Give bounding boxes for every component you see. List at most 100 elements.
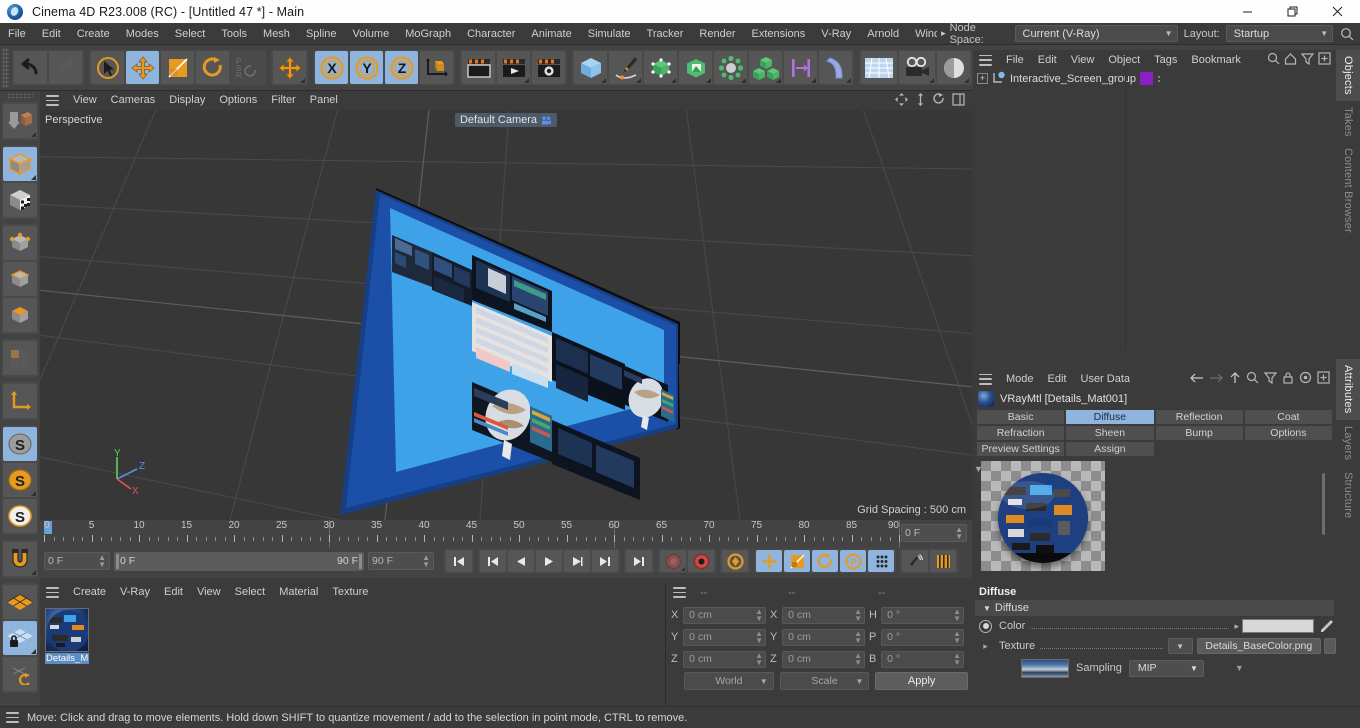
polygon-mode-icon[interactable] — [3, 298, 37, 332]
menu-modes[interactable]: Modes — [118, 23, 167, 45]
color-radio-icon[interactable] — [979, 619, 992, 633]
preview-scrollbar[interactable] — [1321, 463, 1326, 569]
vtab-objects[interactable]: Objects — [1336, 50, 1360, 101]
timeline-icon[interactable] — [930, 550, 956, 572]
spinner-icon[interactable]: ▲ ▼ — [955, 526, 963, 541]
at-menu-edit[interactable]: Edit — [1041, 370, 1074, 389]
color-swatch[interactable] — [1242, 619, 1314, 633]
forward-arrow-icon[interactable] — [1209, 372, 1224, 387]
array-icon[interactable] — [784, 51, 817, 84]
texture-mode-icon[interactable] — [3, 183, 37, 217]
material-menu-create[interactable]: Create — [66, 583, 113, 602]
rotation-key-icon[interactable] — [812, 550, 838, 572]
rotate-view-icon[interactable] — [933, 92, 946, 109]
vtab-structure[interactable]: Structure — [1336, 466, 1360, 524]
render-settings-icon[interactable] — [532, 51, 565, 84]
spinner-icon[interactable]: ▲ ▼ — [98, 554, 106, 569]
viewport-menu-display[interactable]: Display — [162, 91, 212, 110]
render-to-picture-viewer-icon[interactable] — [497, 51, 530, 84]
menu-volume[interactable]: Volume — [345, 23, 398, 45]
menu-arnold[interactable]: Arnold — [859, 23, 907, 45]
spinner-icon[interactable]: ▲ ▼ — [755, 630, 763, 645]
redo-icon[interactable] — [49, 51, 82, 84]
coordinate-mode-select[interactable]: Scale ▼ — [779, 672, 870, 690]
3d-viewport[interactable]: Perspective Default Camera Y Z X Grid Sp… — [40, 110, 972, 520]
apply-button[interactable]: Apply — [875, 672, 968, 690]
start-frame-field[interactable]: 0 F ▲ ▼ — [44, 552, 110, 570]
diffuse-group-header[interactable]: ▼ Diffuse — [975, 600, 1334, 616]
coord-input-size-z[interactable]: 0 cm ▲ ▼ — [782, 650, 865, 668]
group-collapse-icon[interactable]: ▼ — [983, 604, 991, 613]
attributes-menu-icon[interactable] — [979, 373, 992, 385]
enable-axis-icon[interactable]: S — [3, 427, 37, 461]
viewport-menu-panel[interactable]: Panel — [303, 91, 345, 110]
om-menu-edit[interactable]: Edit — [1031, 51, 1064, 70]
model-mode-icon[interactable] — [3, 147, 37, 181]
range-handle-left[interactable] — [116, 553, 119, 569]
viewport-menu-filter[interactable]: Filter — [264, 91, 302, 110]
spinner-icon[interactable]: ▲ ▼ — [854, 608, 862, 623]
go-to-start-button[interactable] — [446, 550, 472, 572]
menu-extensions[interactable]: Extensions — [743, 23, 813, 45]
close-button[interactable] — [1315, 0, 1360, 23]
material-menu-material[interactable]: Material — [272, 583, 325, 602]
menu-tracker[interactable]: Tracker — [639, 23, 692, 45]
om-menu-view[interactable]: View — [1064, 51, 1102, 70]
deformer-icon[interactable] — [679, 51, 712, 84]
go-to-previous-key-button[interactable] — [480, 550, 506, 572]
menu-mesh[interactable]: Mesh — [255, 23, 298, 45]
material-menu-icon[interactable] — [46, 587, 59, 598]
snap-magnet-icon[interactable] — [3, 542, 37, 576]
spinner-icon[interactable]: ▲ ▼ — [755, 652, 763, 667]
subdivision-surface-icon[interactable] — [644, 51, 677, 84]
coord-input-rot-b[interactable]: 0 ° ▲ ▼ — [881, 650, 964, 668]
add-cube-icon[interactable] — [574, 51, 607, 84]
light-icon[interactable] — [937, 51, 970, 84]
menu-window[interactable]: Wind — [907, 23, 937, 45]
viewport-menu-options[interactable]: Options — [212, 91, 264, 110]
material-preview[interactable] — [981, 461, 1105, 571]
eyedropper-icon[interactable] — [1318, 618, 1336, 634]
coord-input-rot-h[interactable]: 0 ° ▲ ▼ — [881, 606, 964, 624]
back-arrow-icon[interactable] — [1189, 372, 1204, 387]
spline-pen-icon[interactable] — [609, 51, 642, 84]
live-selection-icon[interactable] — [91, 51, 124, 84]
camera-icon[interactable] — [899, 51, 935, 84]
tab-reflection[interactable]: Reflection — [1154, 409, 1244, 425]
object-axis-icon[interactable]: S — [3, 499, 37, 533]
axis-modification-icon[interactable] — [3, 384, 37, 418]
vtab-takes[interactable]: Takes — [1336, 101, 1360, 143]
scale-icon[interactable] — [161, 51, 194, 84]
uv-mode-icon[interactable] — [3, 341, 37, 375]
vtab-attributes[interactable]: Attributes — [1336, 359, 1360, 420]
sound-icon[interactable] — [902, 550, 928, 572]
render-view-icon[interactable] — [462, 51, 495, 84]
end-frame-field[interactable]: 90 F ▲ ▼ — [368, 552, 434, 570]
preview-range-slider[interactable]: 0 F 90 F — [114, 551, 364, 571]
tab-options[interactable]: Options — [1243, 425, 1333, 441]
coord-input-rot-p[interactable]: 0 ° ▲ ▼ — [881, 628, 964, 646]
go-to-previous-frame-button[interactable] — [508, 550, 534, 572]
material-menu-select[interactable]: Select — [228, 583, 273, 602]
coord-input-pos-x[interactable]: 0 cm ▲ ▼ — [683, 606, 766, 624]
lock-workplane-icon[interactable] — [3, 621, 37, 655]
viewport-menu-view[interactable]: View — [66, 91, 104, 110]
tab-coat[interactable]: Coat — [1243, 409, 1333, 425]
expand-texture-icon[interactable]: ▸ — [979, 641, 992, 652]
record-active-objects-icon[interactable] — [660, 550, 686, 572]
coord-input-size-y[interactable]: 0 cm ▲ ▼ — [782, 628, 865, 646]
rotate-icon[interactable] — [196, 51, 229, 84]
material-menu-view[interactable]: View — [190, 583, 228, 602]
bend-deformer-icon[interactable] — [819, 51, 852, 84]
search-icon[interactable] — [1267, 52, 1280, 68]
go-to-next-frame-button[interactable] — [564, 550, 590, 572]
expand-color-icon[interactable]: ▸ — [1234, 621, 1239, 632]
autokeying-icon[interactable] — [688, 550, 714, 572]
object-tree-row[interactable]: + Interactive_Screen_group — [973, 70, 1336, 87]
tab-refraction[interactable]: Refraction — [976, 425, 1066, 441]
edge-mode-icon[interactable] — [3, 262, 37, 296]
pan-view-icon[interactable] — [914, 92, 927, 109]
at-menu-mode[interactable]: Mode — [999, 370, 1041, 389]
object-tree[interactable]: + Interactive_Screen_group — [973, 70, 1336, 351]
texture-dropdown[interactable]: ▼ — [1167, 638, 1193, 654]
